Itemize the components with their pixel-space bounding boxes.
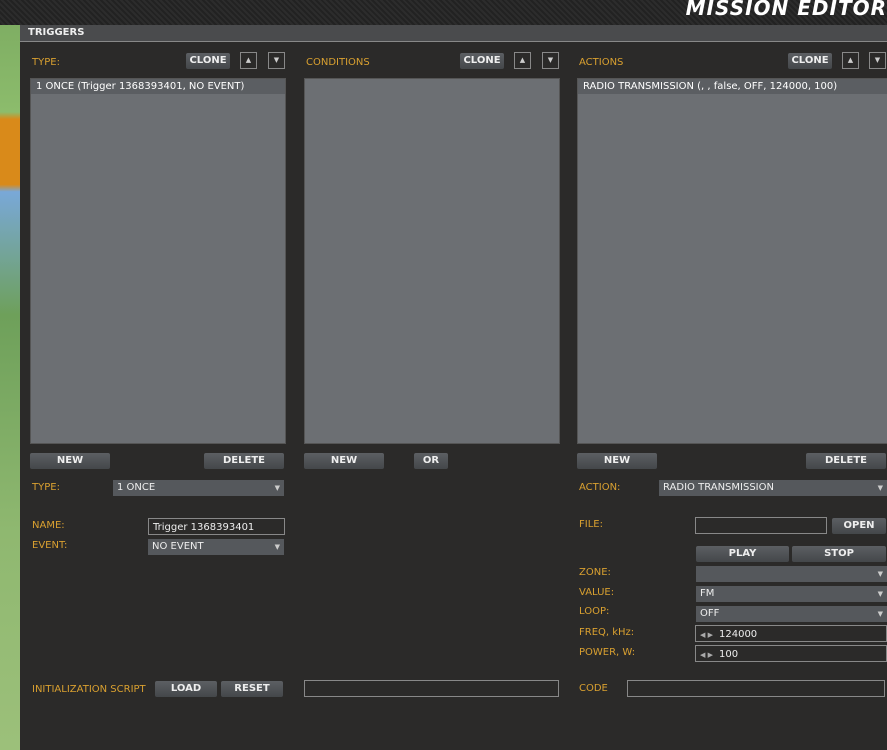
panel-header: TRIGGERS — [20, 25, 887, 42]
type-select[interactable]: 1 ONCE ▼ — [113, 480, 284, 496]
spinner-arrows-icon[interactable]: ◀ ▶ — [700, 631, 713, 639]
chevron-down-icon: ▼ — [274, 484, 280, 492]
delete-trigger-button[interactable]: DELETE — [204, 453, 284, 469]
trigger-list[interactable]: 1 ONCE (Trigger 1368393401, NO EVENT) — [30, 78, 286, 444]
move-up-icon[interactable]: ▲ — [240, 52, 257, 69]
or-button[interactable]: OR — [414, 453, 448, 469]
actions-list[interactable]: RADIO TRANSMISSION (, , false, OFF, 1240… — [577, 78, 887, 444]
move-up-icon[interactable]: ▲ — [842, 52, 859, 69]
actions-label: ACTIONS — [579, 57, 624, 68]
spinner-arrows-icon[interactable]: ◀ ▶ — [700, 651, 713, 659]
init-script-label: INITIALIZATION SCRIPT — [32, 684, 146, 695]
move-down-icon[interactable]: ▼ — [268, 52, 285, 69]
zone-select[interactable]: ▼ — [696, 566, 887, 582]
chevron-down-icon: ▼ — [877, 610, 883, 618]
list-item[interactable]: RADIO TRANSMISSION (, , false, OFF, 1240… — [578, 79, 887, 94]
new-action-button[interactable]: NEW — [577, 453, 657, 469]
new-trigger-button[interactable]: NEW — [30, 453, 110, 469]
window-title: MISSION EDITOR — [685, 0, 887, 20]
conditions-label: CONDITIONS — [306, 57, 370, 68]
conditions-clone-button[interactable]: CLONE — [460, 53, 504, 69]
type-clone-button[interactable]: CLONE — [186, 53, 230, 69]
conditions-list[interactable] — [304, 78, 560, 444]
move-up-icon[interactable]: ▲ — [514, 52, 531, 69]
delete-action-button[interactable]: DELETE — [806, 453, 886, 469]
value-label: VALUE: — [579, 587, 615, 598]
file-label: FILE: — [579, 519, 603, 530]
name-input[interactable]: Trigger 1368393401 — [148, 518, 285, 535]
value-value: FM — [700, 588, 715, 599]
map-view[interactable] — [0, 25, 20, 750]
freq-label: FREQ, kHz: — [579, 627, 635, 638]
power-label: POWER, W: — [579, 647, 636, 658]
event-value: NO EVENT — [152, 541, 204, 552]
new-condition-button[interactable]: NEW — [304, 453, 384, 469]
event-select[interactable]: NO EVENT ▼ — [148, 539, 284, 555]
stop-button[interactable]: STOP — [792, 546, 886, 562]
chevron-down-icon: ▼ — [877, 484, 883, 492]
event-label: EVENT: — [32, 540, 68, 551]
loop-label: LOOP: — [579, 606, 610, 617]
actions-clone-button[interactable]: CLONE — [788, 53, 832, 69]
type-value: 1 ONCE — [117, 482, 156, 493]
freq-spinner[interactable]: ◀ ▶ 124000 — [695, 625, 887, 642]
power-spinner[interactable]: ◀ ▶ 100 — [695, 645, 887, 662]
zone-label: ZONE: — [579, 567, 611, 578]
action-select[interactable]: RADIO TRANSMISSION ▼ — [659, 480, 887, 496]
value-select[interactable]: FM ▼ — [696, 586, 887, 602]
reset-button[interactable]: RESET — [221, 681, 283, 697]
panel-title: TRIGGERS — [28, 27, 85, 38]
loop-select[interactable]: OFF ▼ — [696, 606, 887, 622]
play-button[interactable]: PLAY — [696, 546, 789, 562]
action-label: ACTION: — [579, 482, 621, 493]
chevron-down-icon: ▼ — [877, 570, 883, 578]
open-button[interactable]: OPEN — [832, 518, 886, 534]
code-label: CODE — [579, 683, 608, 694]
load-button[interactable]: LOAD — [155, 681, 217, 697]
file-input[interactable] — [695, 517, 827, 534]
list-item[interactable]: 1 ONCE (Trigger 1368393401, NO EVENT) — [31, 79, 285, 94]
code-input[interactable] — [627, 680, 885, 697]
power-value: 100 — [719, 649, 739, 660]
type-column-label: TYPE: — [32, 57, 60, 68]
chevron-down-icon: ▼ — [877, 590, 883, 598]
chevron-down-icon: ▼ — [274, 543, 280, 551]
freq-value: 124000 — [719, 629, 758, 640]
type-label: TYPE: — [32, 482, 60, 493]
init-script-input[interactable] — [304, 680, 559, 697]
move-down-icon[interactable]: ▼ — [869, 52, 886, 69]
name-label: NAME: — [32, 520, 65, 531]
top-bar: MISSION EDITOR — [0, 0, 887, 25]
move-down-icon[interactable]: ▼ — [542, 52, 559, 69]
action-value: RADIO TRANSMISSION — [663, 482, 774, 493]
loop-value: OFF — [700, 608, 720, 619]
